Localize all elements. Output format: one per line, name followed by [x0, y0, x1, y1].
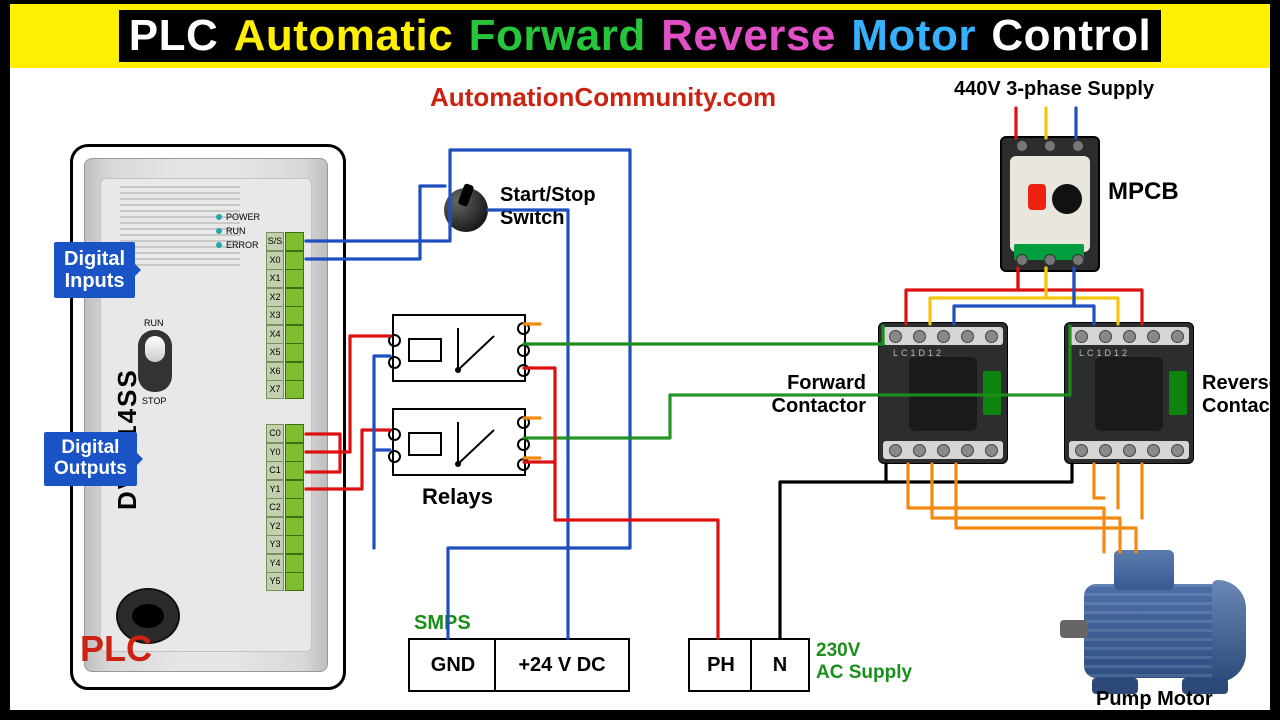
digital-outputs-callout: DigitalOutputs: [44, 432, 137, 486]
title-word-automatic: Automatic: [234, 14, 454, 58]
relays-label: Relays: [422, 484, 493, 510]
website-watermark: AutomationCommunity.com: [430, 82, 776, 113]
plc-label: PLC: [80, 628, 152, 670]
plc-run-label: RUN: [144, 318, 164, 328]
title-word-forward: Forward: [469, 14, 646, 58]
mpcb-label: MPCB: [1108, 178, 1179, 206]
relay-1: [392, 314, 526, 382]
plc-run-stop-switch[interactable]: [138, 330, 172, 392]
mpcb-breaker[interactable]: [1000, 136, 1100, 272]
plc-output-terminals: C0Y0C1Y1C2Y2Y3Y4Y5: [266, 424, 306, 591]
plc-input-terminals: S/SX0X1X2X3X4X5X6X7: [266, 232, 306, 399]
motor-label: Pump Motor: [1096, 688, 1213, 711]
start-stop-switch[interactable]: [444, 188, 488, 232]
smps-24v: +24 V DC: [494, 638, 630, 692]
forward-contactor-label: Forward Contactor: [772, 372, 866, 418]
forward-contactor[interactable]: LC1D12: [878, 322, 1008, 464]
title-word-reverse: Reverse: [661, 14, 836, 58]
reverse-contactor[interactable]: LC1D12: [1064, 322, 1194, 464]
diagram-canvas: PLC Automatic Forward Reverse Motor Cont…: [10, 10, 1270, 710]
title-bar: PLC Automatic Forward Reverse Motor Cont…: [10, 4, 1270, 68]
title-word-motor: Motor: [851, 14, 976, 58]
supply-440-label: 440V 3-phase Supply: [954, 78, 1154, 101]
reverse-contactor-label: Reverse Contactor: [1202, 372, 1280, 418]
plc-status-leds: POWER RUN ERROR: [214, 210, 260, 252]
smps-label: SMPS: [414, 612, 471, 635]
relay-2: [392, 408, 526, 476]
start-stop-label: Start/Stop Switch: [500, 184, 596, 230]
smps-gnd: GND: [408, 638, 498, 692]
ac-supply-label: 230V AC Supply: [816, 640, 912, 684]
ac-neutral: N: [750, 638, 810, 692]
ac-phase: PH: [688, 638, 754, 692]
title-word-plc: PLC: [129, 14, 219, 58]
digital-inputs-callout: DigitalInputs: [54, 242, 135, 298]
plc-stop-label: STOP: [142, 396, 166, 406]
title-word-control: Control: [991, 14, 1151, 58]
pump-motor: [1070, 544, 1246, 694]
